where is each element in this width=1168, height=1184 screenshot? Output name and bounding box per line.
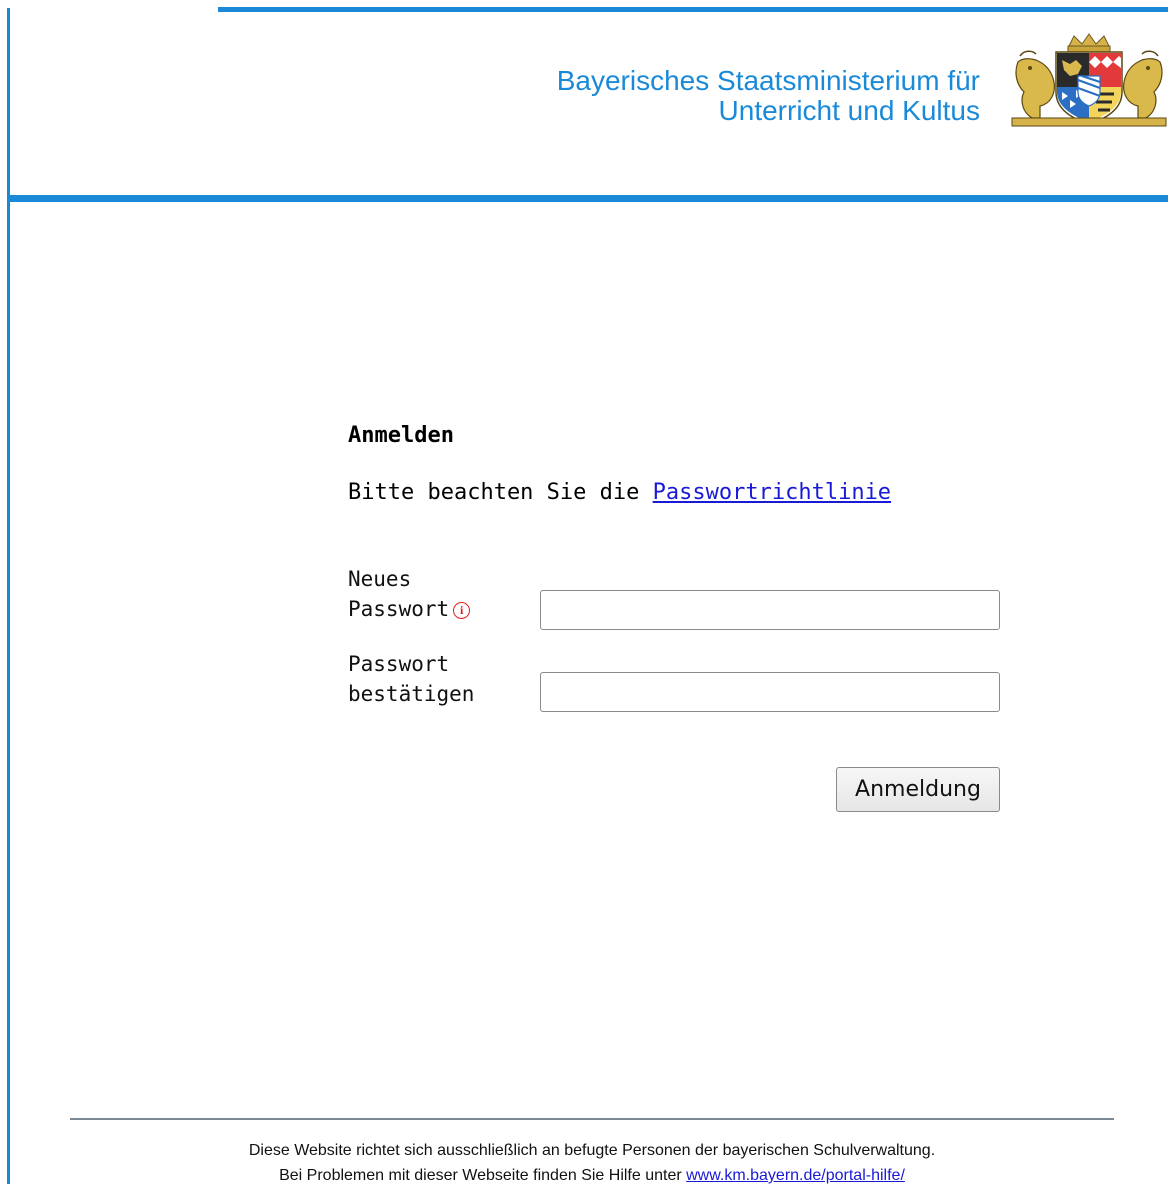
footer-separator xyxy=(70,1118,1114,1120)
confirm-password-label: Passwort bestätigen xyxy=(348,649,528,709)
top-border xyxy=(218,7,1168,12)
login-form: Anmelden Bitte beachten Sie die Passwort… xyxy=(348,420,1000,812)
password-policy-link[interactable]: Passwortrichtlinie xyxy=(653,480,891,505)
new-password-label-line1: Neues xyxy=(348,567,412,591)
new-password-field[interactable] xyxy=(540,590,1000,630)
footer-disclaimer: Diese Website richtet sich ausschließlic… xyxy=(248,1142,936,1159)
login-submit-button[interactable]: Anmeldung xyxy=(836,767,1000,812)
info-icon[interactable]: i xyxy=(453,602,471,619)
footer: Diese Website richtet sich ausschließlic… xyxy=(0,1138,1168,1184)
new-password-label-line2: Passwort i xyxy=(348,594,528,624)
ministry-name: Bayerisches Staatsministerium für Unterr… xyxy=(557,66,980,126)
footer-help-line: Bei Problemen mit dieser Webseite finden… xyxy=(0,1163,1168,1184)
policy-text: Bitte beachten Sie die xyxy=(348,480,653,505)
bavarian-coat-of-arms-icon xyxy=(1011,33,1167,127)
policy-notice: Bitte beachten Sie die Passwortrichtlini… xyxy=(348,480,891,505)
footer-help-text: Bei Problemen mit dieser Webseite finden… xyxy=(279,1167,687,1184)
portal-help-link[interactable]: www.km.bayern.de/portal-hilfe/ xyxy=(686,1167,905,1184)
header-separator xyxy=(8,195,1168,202)
login-title: Anmelden xyxy=(348,423,454,448)
confirm-password-label-line2: bestätigen xyxy=(348,682,475,706)
ministry-name-line2: Unterricht und Kultus xyxy=(718,95,980,126)
left-border xyxy=(7,8,10,1184)
ministry-name-line1: Bayerisches Staatsministerium für xyxy=(556,65,980,96)
confirm-password-field[interactable] xyxy=(540,672,1000,712)
new-password-label-text: Passwort xyxy=(348,597,450,621)
new-password-label: Neues Passwort i xyxy=(348,564,528,624)
page: Bayerisches Staatsministerium für Unterr… xyxy=(0,0,1168,1184)
confirm-password-label-line1: Passwort xyxy=(348,652,450,676)
